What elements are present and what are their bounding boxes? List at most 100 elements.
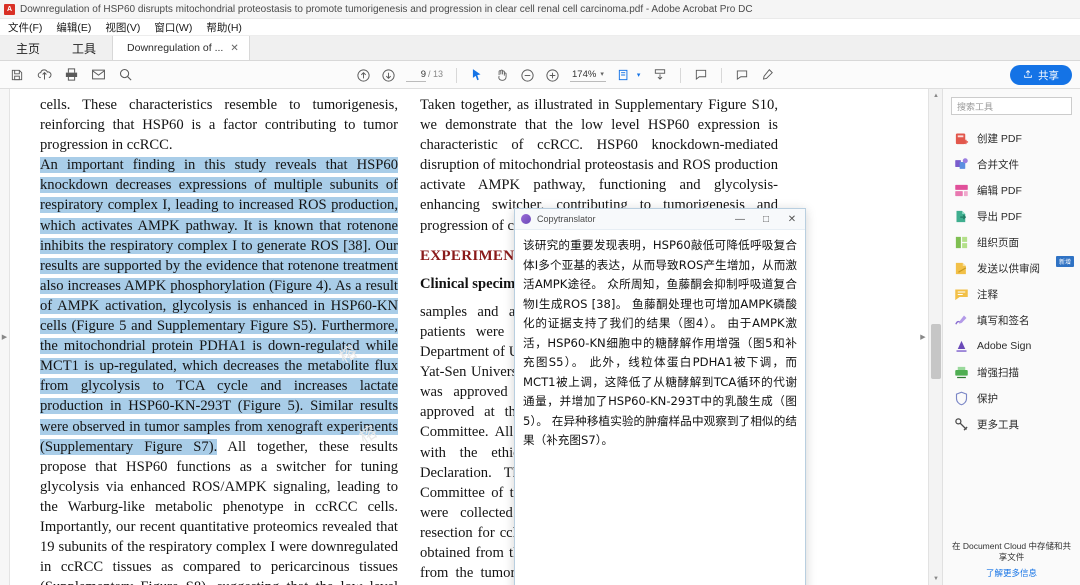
copytranslator-titlebar[interactable]: Copytranslator — □ ✕ (515, 209, 805, 230)
scroll-down-icon[interactable]: ▼ (929, 572, 943, 585)
shield-icon (954, 391, 969, 406)
export-pdf-icon (954, 209, 969, 224)
page-fit-chevron-icon[interactable]: ▾ (637, 71, 641, 79)
tool-label: Adobe Sign (977, 340, 1032, 352)
cloud-note-text: 在 Document Cloud 中存储和共享文件 (951, 541, 1072, 562)
page-number-input[interactable]: 9 (406, 69, 426, 82)
tool-label: 注释 (977, 288, 998, 301)
collapse-tools-pane-icon[interactable]: ▶ (918, 333, 928, 341)
acrobat-icon: A (4, 3, 15, 15)
tool-send-for-review[interactable]: 发送以供审阅 新增 (943, 255, 1080, 281)
hand-icon[interactable] (491, 64, 513, 86)
cloud-storage-note: 在 Document Cloud 中存储和共享文件 了解更多信息 (943, 541, 1080, 579)
more-tools-icon (954, 417, 969, 432)
toolbar-divider-3 (721, 67, 723, 83)
paragraph-remainder: All together, these results propose that… (40, 438, 398, 585)
scroll-mode-icon[interactable] (649, 64, 671, 86)
expand-nav-pane-icon[interactable]: ▶ (2, 333, 7, 341)
tab-tools[interactable]: 工具 (56, 36, 113, 60)
tool-label: 增强扫描 (977, 366, 1019, 379)
tool-label: 编辑 PDF (977, 184, 1022, 197)
copytranslator-window[interactable]: Copytranslator — □ ✕ 该研究的重要发现表明，HSP60敲低可… (514, 208, 806, 585)
zoom-out-icon[interactable] (516, 64, 538, 86)
navigation-pane-rail[interactable]: ▶ (0, 89, 10, 585)
comment-icon (954, 287, 969, 302)
workspace: ▶ 榕 榕 cells. These characteristics resem… (0, 89, 1080, 585)
send-for-review-icon (954, 261, 969, 276)
document-scrollbar[interactable]: ▲ ▼ (928, 89, 942, 585)
tool-organize-pages[interactable]: 组织页面 (943, 229, 1080, 255)
cloud-note-link[interactable]: 了解更多信息 (951, 567, 1072, 579)
next-page-icon[interactable] (377, 64, 399, 86)
toolbar-left-group (0, 64, 136, 86)
share-icon (1023, 69, 1033, 82)
scroll-up-icon[interactable]: ▲ (929, 89, 943, 102)
tool-fill-and-sign[interactable]: 填写和签名 (943, 307, 1080, 333)
previous-page-icon[interactable] (352, 64, 374, 86)
tool-label: 组织页面 (977, 236, 1019, 249)
tool-adobe-sign[interactable]: Adobe Sign (943, 333, 1080, 359)
tool-label: 更多工具 (977, 418, 1019, 431)
tool-label: 合并文件 (977, 158, 1019, 171)
tab-home[interactable]: 主页 (0, 36, 57, 60)
zoom-in-icon[interactable] (541, 64, 563, 86)
tab-document-label: Downregulation of ... (127, 42, 224, 54)
comment-balloon-icon[interactable] (731, 64, 753, 86)
print-icon[interactable] (60, 64, 82, 86)
menubar: 文件(F) 编辑(E) 视图(V) 窗口(W) 帮助(H) (0, 19, 1080, 36)
tool-comment[interactable]: 注释 (943, 281, 1080, 307)
chevron-down-icon[interactable]: ▾ (600, 70, 604, 78)
tools-search-placeholder: 搜索工具 (957, 101, 994, 112)
tool-label: 创建 PDF (977, 132, 1022, 145)
menu-edit[interactable]: 编辑(E) (56, 20, 91, 35)
tool-label: 导出 PDF (977, 210, 1022, 223)
cursor-icon[interactable] (466, 64, 488, 86)
tab-document[interactable]: Downregulation of ... ✕ (112, 36, 250, 60)
search-icon[interactable] (114, 64, 136, 86)
email-icon[interactable] (87, 64, 109, 86)
comment-icon[interactable] (690, 64, 712, 86)
page-fit-icon[interactable] (613, 64, 635, 86)
tool-combine-files[interactable]: 合并文件 (943, 151, 1080, 177)
toolbar-center-group: 9 / 13 174% ▾ ▾ (352, 61, 778, 89)
paragraph-highlighted: An important finding in this study revea… (40, 155, 398, 585)
edit-pdf-icon (954, 183, 969, 198)
zoom-level-select[interactable]: 174% ▾ (570, 69, 606, 82)
tool-label: 保护 (977, 392, 998, 405)
highlighted-text: An important finding in this study revea… (40, 157, 398, 455)
create-pdf-icon (954, 131, 969, 146)
upload-cloud-icon[interactable] (33, 64, 55, 86)
page-total-label: / 13 (428, 68, 444, 79)
tool-enhance-scan[interactable]: 增强扫描 (943, 359, 1080, 385)
tool-label: 发送以供审阅 (977, 262, 1040, 275)
share-button[interactable]: 共享 (1010, 65, 1072, 85)
menu-window[interactable]: 窗口(W) (154, 20, 192, 35)
translated-text: 该研究的重要发现表明，HSP60敲低可降低呼吸复合体I多个亚基的表达，从而导致R… (523, 238, 797, 447)
copytranslator-body[interactable]: 该研究的重要发现表明，HSP60敲低可降低呼吸复合体I多个亚基的表达，从而导致R… (515, 230, 805, 585)
menu-view[interactable]: 视图(V) (105, 20, 140, 35)
minimize-icon[interactable]: — (727, 209, 753, 230)
page-number-box[interactable]: 9 / 13 (406, 69, 443, 82)
toolbar-right-group: 共享 (1010, 61, 1072, 89)
paragraph-plain-1: cells. These characteristics resemble to… (40, 97, 398, 154)
tools-panel: 搜索工具 创建 PDF 合并文件 编辑 PDF 导出 PDF 组织页面 发送以供… (942, 89, 1080, 585)
tool-protect[interactable]: 保护 (943, 385, 1080, 411)
tool-more-tools[interactable]: 更多工具 (943, 411, 1080, 437)
copytranslator-title: Copytranslator (537, 214, 596, 224)
highlighter-icon[interactable] (756, 64, 778, 86)
toolbar-divider (456, 67, 458, 83)
tool-create-pdf[interactable]: 创建 PDF (943, 125, 1080, 151)
maximize-icon[interactable]: □ (753, 209, 779, 230)
menu-file[interactable]: 文件(F) (8, 20, 42, 35)
tools-search-input[interactable]: 搜索工具 (951, 97, 1072, 115)
fill-and-sign-icon (954, 313, 969, 328)
tool-label: 填写和签名 (977, 314, 1030, 327)
save-icon[interactable] (6, 64, 28, 86)
zoom-level-value: 174% (572, 68, 597, 80)
menu-help[interactable]: 帮助(H) (206, 20, 242, 35)
tool-export-pdf[interactable]: 导出 PDF (943, 203, 1080, 229)
scrollbar-thumb[interactable] (931, 324, 941, 379)
close-icon[interactable]: ✕ (230, 43, 238, 54)
close-icon[interactable]: ✕ (779, 209, 805, 230)
tool-edit-pdf[interactable]: 编辑 PDF (943, 177, 1080, 203)
